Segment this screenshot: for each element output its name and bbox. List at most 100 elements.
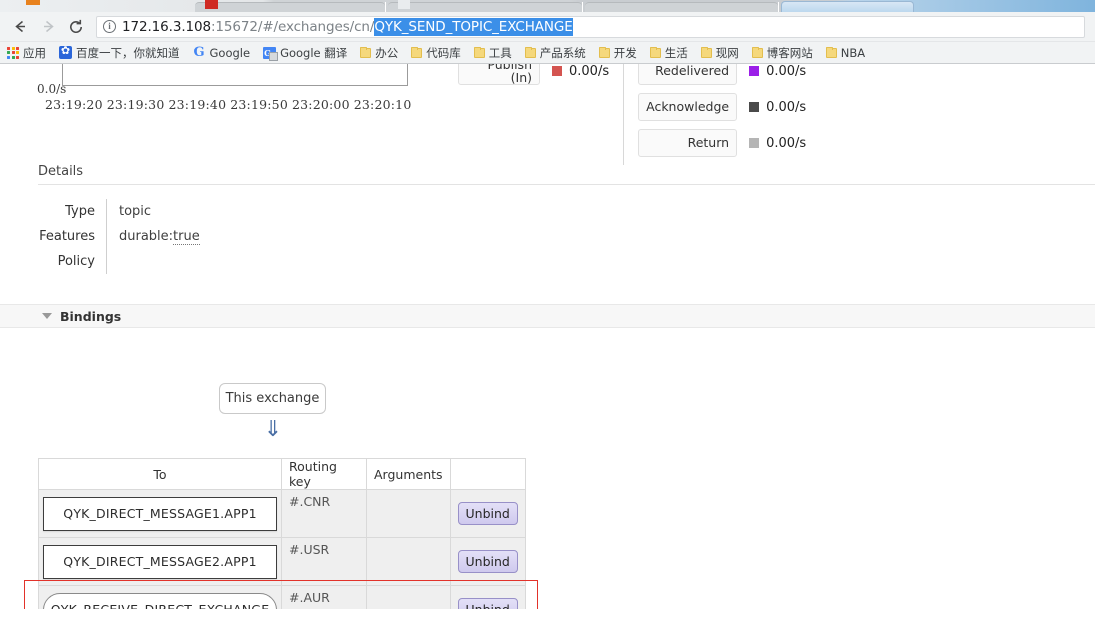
details-heading: Details [38, 164, 1095, 185]
table-row: QYK_RECEIVE_DIRECT_EXCHANGE #.AUR Unbind [38, 585, 526, 609]
bindings-heading-label: Bindings [60, 308, 122, 324]
binding-arguments-cell [366, 489, 451, 538]
tab-favicon-white [398, 0, 410, 9]
tab-favicon-red [205, 0, 218, 9]
unbind-button[interactable]: Unbind [457, 598, 518, 609]
folder-icon [598, 46, 610, 58]
tab-separator [582, 2, 583, 12]
legend-rate-text: 0.00/s [569, 64, 610, 79]
bookmark-label: 百度一下，你就知道 [76, 45, 180, 60]
folder-icon [411, 46, 423, 58]
x-tick: 23:19:30 [106, 97, 165, 112]
bookmark-google-translate[interactable]: G Google 翻译 [263, 45, 347, 61]
bindings-section-header[interactable]: Bindings [0, 304, 1095, 328]
unbind-button[interactable]: Unbind [457, 502, 518, 525]
legend-button-return[interactable]: Return [638, 129, 738, 157]
legend-group-delivery: Redelivered Acknowledge Return 0.00/s 0.… [623, 64, 806, 165]
bookmark-label: Google 翻译 [280, 45, 348, 60]
address-bar-url: 172.16.3.108:15672/#/exchanges/cn/QYK_SE… [122, 17, 573, 36]
double-down-arrow-icon: ⇓ [263, 417, 283, 442]
folder-icon [524, 46, 536, 58]
unbind-button[interactable]: Unbind [457, 550, 518, 573]
bookmark-folder-product[interactable]: 产品系统 [524, 45, 586, 61]
x-tick: 23:19:40 [168, 97, 227, 112]
folder-icon [360, 46, 372, 58]
legend-value-redelivered: 0.00/s [749, 64, 806, 85]
queue-link[interactable]: QYK_DIRECT_MESSAGE1.APP1 [43, 496, 277, 531]
x-tick: 23:20:00 [292, 97, 350, 112]
google-icon: G [193, 45, 205, 60]
binding-destination-cell: QYK_DIRECT_MESSAGE1.APP1 [38, 489, 282, 538]
legend-rate-text: 0.00/s [766, 99, 807, 115]
details-value-text: durable: [119, 229, 174, 244]
durable-value[interactable]: true [173, 229, 200, 245]
exchange-link[interactable]: QYK_RECEIVE_DIRECT_EXCHANGE [43, 592, 277, 609]
tab-favicon-orange [26, 0, 40, 5]
rate-chart-plot-area [62, 64, 408, 86]
bookmark-folder-office[interactable]: 办公 [360, 45, 398, 61]
bookmark-folder-livenet[interactable]: 现网 [700, 45, 739, 61]
bookmark-folder-dev[interactable]: 开发 [598, 45, 637, 61]
binding-action-cell: Unbind [449, 489, 526, 538]
details-row-type: Type topic [38, 199, 1095, 224]
queue-link[interactable]: QYK_DIRECT_MESSAGE2.APP1 [43, 544, 277, 579]
bookmark-baidu[interactable]: 百度一下，你就知道 [59, 44, 180, 61]
legend-button-publish-in[interactable]: Publish (In) [458, 64, 540, 85]
browser-tab-active[interactable] [781, 1, 914, 12]
legend-rate-text: 0.00/s [766, 135, 807, 151]
details-key: Policy [57, 254, 95, 269]
legend-button-redelivered[interactable]: Redelivered [638, 64, 738, 85]
bookmark-label: 代码库 [426, 45, 461, 60]
browser-chrome: i 172.16.3.108:15672/#/exchanges/cn/QYK_… [0, 0, 1095, 64]
bookmark-folder-life[interactable]: 生活 [649, 45, 688, 61]
legend-swatch-return [749, 138, 760, 148]
url-host: 172.16.3.108 [122, 18, 211, 35]
bookmark-folder-tools[interactable]: 工具 [473, 45, 512, 61]
details-row-features: Features durable: true [38, 224, 1095, 249]
legend-swatch-redelivered [749, 66, 760, 76]
reload-icon[interactable] [62, 13, 90, 41]
folder-icon [473, 46, 485, 58]
bookmark-google[interactable]: G Google [193, 45, 250, 60]
bookmark-folder-blog[interactable]: 博客网站 [751, 45, 813, 61]
bookmark-apps[interactable]: 应用 [7, 45, 46, 61]
address-bar[interactable]: i 172.16.3.108:15672/#/exchanges/cn/QYK_… [96, 15, 1085, 38]
browser-tab-1[interactable] [195, 2, 385, 12]
binding-destination-cell: QYK_DIRECT_MESSAGE2.APP1 [38, 537, 282, 586]
column-header-arguments: Arguments [366, 458, 451, 490]
browser-tab-strip[interactable] [0, 0, 1095, 12]
legend-button-acknowledge[interactable]: Acknowledge [638, 93, 738, 121]
chevron-down-icon [42, 313, 52, 319]
legend-value-return: 0.00/s [749, 129, 806, 157]
chart-legend-panel: Publish (In) 0.00/s Redelivered Acknowle… [458, 64, 806, 165]
baidu-icon [59, 44, 72, 59]
bookmark-label: 工具 [488, 45, 512, 60]
bookmark-label: 博客网站 [766, 45, 813, 60]
column-header-to: To [38, 458, 282, 490]
forward-icon[interactable] [34, 13, 62, 41]
page-info-icon[interactable]: i [103, 20, 116, 33]
tab-separator [385, 2, 386, 12]
bookmark-label: 产品系统 [539, 45, 586, 60]
back-icon[interactable] [6, 13, 34, 41]
column-header-routing-key: Routing key [281, 458, 367, 490]
binding-action-cell: Unbind [449, 585, 526, 609]
browser-tab-3[interactable] [585, 2, 778, 12]
chart-x-axis-ticks: 23:19:20 23:19:30 23:19:40 23:19:50 23:20:00… [45, 97, 416, 112]
legend-value-publish-in: 0.00/s [552, 64, 609, 85]
bookmark-label: NBA [840, 45, 866, 60]
folder-icon [751, 46, 763, 58]
bindings-table-header-row: To Routing key Arguments [38, 458, 526, 490]
binding-arguments-cell [366, 537, 451, 586]
folder-icon [649, 46, 661, 58]
binding-action-cell: Unbind [449, 537, 526, 586]
bookmark-folder-coderepo[interactable]: 代码库 [411, 45, 461, 61]
browser-tab-2[interactable] [388, 2, 582, 12]
tab-separator [778, 2, 779, 12]
binding-routing-key-cell: #.AUR [281, 585, 367, 609]
bookmarks-bar: 应用 百度一下，你就知道 G Google G Google 翻译 办公 代码库… [0, 42, 1095, 64]
bookmark-label: 应用 [23, 45, 46, 60]
bookmark-folder-nba[interactable]: NBA [825, 45, 866, 60]
apps-grid-icon [7, 46, 19, 59]
message-rates-chart-section: 0.0/s 23:19:20 23:19:30 23:19:40 23:19:50 23… [0, 64, 1095, 165]
